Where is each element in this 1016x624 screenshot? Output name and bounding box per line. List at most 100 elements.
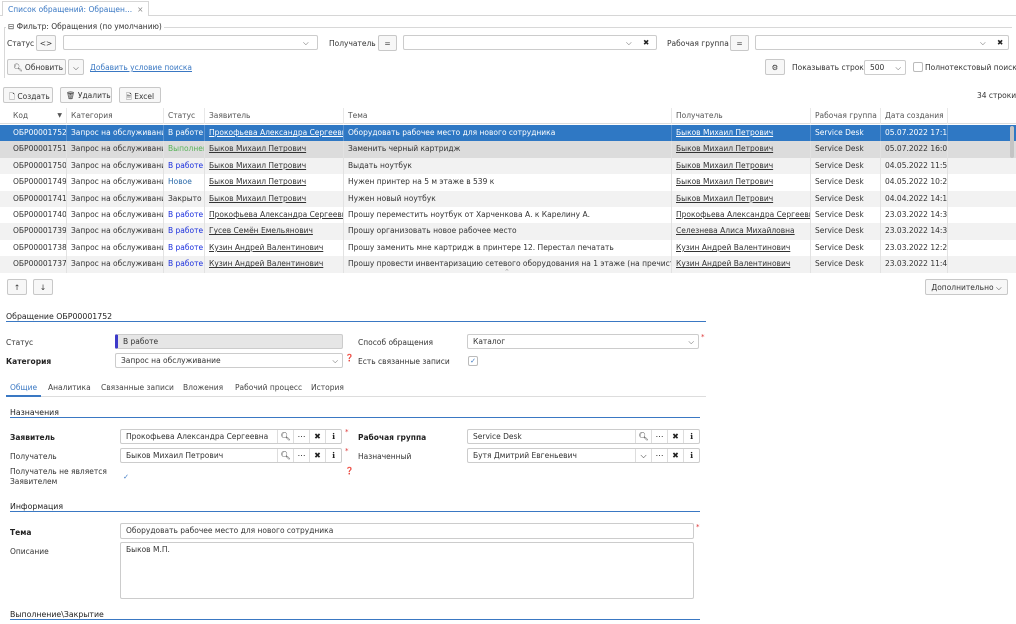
clear-icon[interactable]: ✖ [309, 430, 325, 443]
table-cell[interactable]: Быков Михаил Петрович [672, 141, 811, 158]
column-header[interactable]: Дата создания [881, 108, 948, 125]
column-header[interactable]: Заявитель [205, 108, 344, 125]
tab-2[interactable]: Связанные записи [97, 379, 178, 397]
tab-1[interactable]: Аналитика [44, 379, 95, 397]
tab-0[interactable]: Общие [6, 379, 42, 397]
rows-select[interactable]: 500 ⌵ [864, 60, 906, 75]
table-cell[interactable]: Быков Михаил Петрович [672, 157, 811, 175]
more-icon[interactable]: ⋯ [651, 430, 667, 443]
excel-button[interactable]: 🗎 Excel [119, 87, 161, 103]
add-condition-link[interactable]: Добавить условие поиска [90, 63, 192, 72]
topic-field[interactable]: Оборудовать рабочее место для нового сот… [120, 523, 694, 539]
tab-5[interactable]: История [307, 379, 348, 397]
more-icon[interactable]: ⋯ [293, 449, 309, 462]
info-icon[interactable]: ℹ [683, 449, 699, 462]
move-down-button[interactable]: ↓ [33, 279, 53, 295]
sort-icon[interactable]: ▼ [57, 108, 62, 124]
column-header[interactable]: Категория [67, 108, 164, 125]
close-section-title: Выполнение\Закрытие [10, 610, 104, 619]
table-cell[interactable]: Прокофьева Александра Сергеевна [205, 207, 344, 224]
table-cell[interactable]: Селезнева Алиса Михайловна [672, 223, 811, 240]
assignee-field[interactable]: Бутя Дмитрий Евгеньевич ⌵ ⋯ ✖ ℹ [467, 448, 700, 463]
search-icon[interactable]: 🔍︎ [277, 449, 293, 462]
column-header[interactable]: Получатель [672, 108, 811, 125]
table-row[interactable]: ОБР00001741 Запрос на обслуживание Закрыто… [0, 190, 1016, 207]
status-filter-input[interactable] [63, 35, 318, 50]
more-icon[interactable]: ⋯ [651, 449, 667, 462]
column-header[interactable]: Код ▼ [9, 108, 67, 125]
table-cell[interactable]: Быков Михаил Петрович [672, 125, 811, 142]
move-up-button[interactable]: ↑ [7, 279, 27, 295]
table-cell[interactable]: Прокофьева Александра Сергеевна [672, 207, 811, 224]
workgroup-operator-button[interactable]: = [730, 35, 749, 51]
table-cell[interactable]: Прокофьева Александра Сергеевна [205, 125, 344, 142]
workgroup-filter-input[interactable] [755, 35, 1009, 50]
gear-icon[interactable]: ⚙ [765, 59, 785, 75]
help-icon[interactable]: ❓ [345, 354, 354, 362]
not-applicant-checkbox[interactable]: ✓ [121, 472, 131, 482]
chevron-down-icon[interactable]: ⌵ [303, 38, 309, 48]
clear-icon[interactable]: ✖ [309, 449, 325, 462]
table-cell[interactable]: Кузин Андрей Валентинович [205, 239, 344, 257]
table-row[interactable]: ОБР00001752 Запрос на обслуживание В работ… [0, 125, 1016, 142]
table-cell[interactable]: Быков Михаил Петрович [205, 174, 344, 191]
table-row[interactable]: ОБР00001749 Запрос на обслуживание Новое Бы… [0, 174, 1016, 191]
more-button[interactable]: Дополнительно ⌵ [925, 279, 1008, 295]
chevron-down-icon[interactable]: ⌵ [980, 38, 986, 48]
status-operator-button[interactable]: <> [36, 35, 56, 51]
clear-icon[interactable]: ✖ [643, 38, 649, 47]
table-cell[interactable]: Гусев Семён Емельянович [205, 223, 344, 240]
fulltext-checkbox[interactable] [913, 62, 923, 72]
refresh-dropdown-button[interactable]: ⌵ [68, 59, 84, 75]
tab-requests-list[interactable]: Список обращений: Обращен... × [2, 1, 150, 16]
column-header[interactable]: Статус [164, 108, 205, 125]
clear-icon[interactable]: ✖ [997, 38, 1003, 47]
description-field[interactable]: Быков М.П. [120, 542, 694, 599]
info-icon[interactable]: ℹ [683, 430, 699, 443]
column-header[interactable]: Тема [344, 108, 672, 125]
table-cell: Закрыто [164, 190, 205, 207]
table-row[interactable]: ОБР00001738 Запрос на обслуживание В работ… [0, 239, 1016, 257]
grid-scrollbar[interactable] [1010, 126, 1014, 158]
recipient-operator-button[interactable]: = [378, 35, 397, 51]
search-icon[interactable]: 🔍︎ [635, 430, 651, 443]
chevron-down-icon[interactable]: ⌵ [626, 38, 632, 48]
create-button[interactable]: 🗋 Создать [3, 87, 53, 103]
clear-icon[interactable]: ✖ [667, 449, 683, 462]
table-row[interactable]: ОБР00001740 Запрос на обслуживание В работ… [0, 207, 1016, 224]
close-icon[interactable]: × [137, 5, 143, 14]
search-icon[interactable]: 🔍︎ [277, 430, 293, 443]
table-cell[interactable]: Кузин Андрей Валентинович [672, 239, 811, 257]
filter-legend[interactable]: ⊟ Фильтр: Обращения (по умолчанию) [6, 22, 164, 31]
help-icon[interactable]: ❓ [345, 467, 354, 475]
related-records-checkbox[interactable]: ✓ [468, 356, 478, 366]
table-cell[interactable]: Кузин Андрей Валентинович [205, 256, 344, 273]
category-select[interactable]: Запрос на обслуживание ⌵ [115, 353, 343, 368]
more-icon[interactable]: ⋯ [293, 430, 309, 443]
status-field[interactable]: В работе [115, 334, 343, 349]
info-icon[interactable]: ℹ [325, 430, 341, 443]
recipient-field[interactable]: Быков Михаил Петрович 🔍︎ ⋯ ✖ ℹ [120, 448, 342, 463]
table-row[interactable]: ОБР00001739 Запрос на обслуживание В работ… [0, 223, 1016, 240]
table-cell[interactable]: Быков Михаил Петрович [672, 174, 811, 191]
refresh-button[interactable]: 🔍︎ Обновить [7, 59, 66, 75]
table-cell[interactable]: Кузин Андрей Валентинович [672, 256, 811, 273]
table-row[interactable]: ОБР00001750 Запрос на обслуживание В работ… [0, 157, 1016, 175]
table-cell[interactable]: Быков Михаил Петрович [205, 141, 344, 158]
workgroup-field[interactable]: Service Desk 🔍︎ ⋯ ✖ ℹ [467, 429, 700, 444]
delete-button[interactable]: 🗑 Удалить [60, 87, 112, 103]
table-cell[interactable]: Быков Михаил Петрович [205, 157, 344, 175]
clear-icon[interactable]: ✖ [667, 430, 683, 443]
info-icon[interactable]: ℹ [325, 449, 341, 462]
applicant-field[interactable]: Прокофьева Александра Сергеевна 🔍︎ ⋯ ✖ ℹ [120, 429, 342, 444]
chevron-down-icon[interactable]: ⌵ [635, 449, 651, 462]
table-row[interactable]: ОБР00001751 Запрос на обслуживание Выполне… [0, 141, 1016, 158]
method-select[interactable]: Каталог ⌵ [467, 334, 699, 349]
recipient-filter-input[interactable] [403, 35, 657, 50]
tab-4[interactable]: Рабочий процесс [231, 379, 306, 397]
tab-3[interactable]: Вложения [179, 379, 227, 397]
splitter-handle[interactable]: ⌃ [504, 268, 510, 276]
column-header[interactable]: Рабочая группа [811, 108, 881, 125]
table-cell[interactable]: Быков Михаил Петрович [672, 190, 811, 207]
table-cell[interactable]: Быков Михаил Петрович [205, 190, 344, 207]
